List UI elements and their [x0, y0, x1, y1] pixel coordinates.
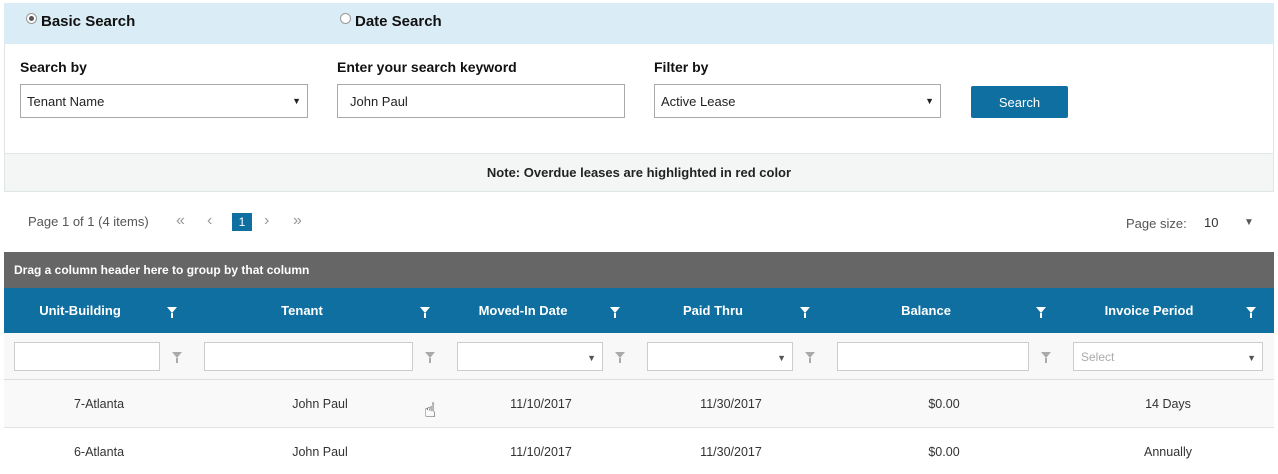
moved-in-date-filter[interactable]: ▼ — [457, 342, 603, 371]
filter-icon[interactable] — [1036, 307, 1046, 318]
chevron-down-icon: ▼ — [925, 96, 934, 106]
cell-moved-in-date: 11/10/2017 — [510, 397, 572, 411]
cell-invoice-period: Annually — [1144, 445, 1192, 459]
column-header-invoice-period[interactable]: Invoice Period — [1064, 288, 1234, 333]
cell-invoice-period: 14 Days — [1145, 397, 1191, 411]
paid-thru-filter[interactable]: ▼ — [647, 342, 793, 371]
keyword-input[interactable]: John Paul — [337, 84, 625, 118]
search-by-value: Tenant Name — [27, 93, 105, 109]
pager-info: Page 1 of 1 (4 items) — [28, 214, 149, 229]
cell-tenant: John Paul — [292, 445, 348, 459]
balance-filter-input[interactable] — [837, 342, 1029, 371]
basic-search-label: Basic Search — [41, 13, 136, 30]
filter-by-label: Filter by — [654, 59, 709, 75]
filter-by-value: Active Lease — [661, 93, 736, 109]
search-button[interactable]: Search — [971, 86, 1068, 118]
cell-moved-in-date: 11/10/2017 — [510, 445, 572, 459]
column-header-tenant[interactable]: Tenant — [196, 288, 408, 333]
date-search-label: Date Search — [355, 13, 442, 30]
chevron-down-icon: ▼ — [777, 353, 786, 363]
column-header-unit-building[interactable]: Unit-Building — [4, 288, 156, 333]
filter-icon[interactable] — [805, 352, 815, 363]
column-header-moved-in-date[interactable]: Moved-In Date — [449, 288, 597, 333]
filter-icon[interactable] — [1041, 352, 1051, 363]
filter-icon[interactable] — [425, 352, 435, 363]
page-size-select[interactable]: 10 — [1204, 215, 1218, 230]
invoice-period-placeholder: Select — [1081, 349, 1115, 364]
filter-row: ▼ ▼ Select ▼ — [4, 333, 1274, 380]
chevron-down-icon: ▼ — [1247, 353, 1256, 363]
filter-icon[interactable] — [1246, 307, 1256, 318]
first-page-icon[interactable]: « — [176, 212, 185, 230]
last-page-icon[interactable]: » — [293, 212, 302, 230]
column-header-paid-thru[interactable]: Paid Thru — [639, 288, 787, 333]
prev-page-icon[interactable]: ‹ — [207, 212, 212, 230]
search-by-label: Search by — [20, 59, 87, 75]
app-root: Basic Search Date Search Search by Tenan… — [0, 0, 1278, 474]
radio-checked-icon[interactable] — [26, 13, 37, 24]
search-mode-bar: Basic Search Date Search — [4, 3, 1274, 44]
next-page-icon[interactable]: › — [264, 212, 269, 230]
cell-tenant: John Paul — [292, 397, 348, 411]
cell-unit-building: 6-Atlanta — [73, 445, 125, 459]
chevron-down-icon: ▼ — [587, 353, 596, 363]
tenant-filter-input[interactable] — [204, 342, 413, 371]
date-search-radio[interactable]: Date Search — [340, 13, 442, 30]
filter-icon[interactable] — [800, 307, 810, 318]
filter-by-select[interactable]: Active Lease ▼ — [654, 84, 941, 118]
filter-icon[interactable] — [167, 307, 177, 318]
group-panel[interactable]: Drag a column header here to group by th… — [4, 252, 1274, 288]
search-panel: Search by Tenant Name ▼ Enter your searc… — [4, 44, 1274, 154]
page-size-label: Page size: — [1126, 216, 1187, 231]
keyword-label: Enter your search keyword — [337, 59, 517, 75]
hand-cursor-icon: ☝ — [424, 400, 437, 422]
cell-paid-thru: 11/30/2017 — [700, 445, 762, 459]
table-row[interactable]: 7-Atlanta John Paul 11/10/2017 11/30/201… — [4, 380, 1274, 428]
chevron-down-icon: ▼ — [292, 96, 301, 106]
invoice-period-filter[interactable]: Select ▼ — [1073, 342, 1263, 371]
search-by-select[interactable]: Tenant Name ▼ — [20, 84, 308, 118]
cell-paid-thru: 11/30/2017 — [700, 397, 762, 411]
cell-balance: $0.00 — [928, 445, 960, 459]
column-header-balance[interactable]: Balance — [829, 288, 1023, 333]
chevron-down-icon[interactable]: ▼ — [1244, 217, 1254, 228]
table-row[interactable]: 6-Atlanta John Paul 11/10/2017 11/30/201… — [4, 428, 1274, 474]
filter-icon[interactable] — [615, 352, 625, 363]
filter-icon[interactable] — [420, 307, 430, 318]
cell-unit-building: 7-Atlanta — [73, 397, 125, 411]
basic-search-radio[interactable]: Basic Search — [26, 13, 135, 30]
cell-balance: $0.00 — [928, 397, 960, 411]
radio-unchecked-icon[interactable] — [340, 13, 351, 24]
keyword-value: John Paul — [350, 93, 408, 109]
note-bar: Note: Overdue leases are highlighted in … — [4, 153, 1274, 192]
grid-header: Unit-Building Tenant Moved-In Date Paid … — [4, 288, 1274, 333]
current-page-button[interactable]: 1 — [232, 213, 252, 231]
filter-icon[interactable] — [172, 352, 182, 363]
filter-icon[interactable] — [610, 307, 620, 318]
unit-building-filter-input[interactable] — [14, 342, 160, 371]
